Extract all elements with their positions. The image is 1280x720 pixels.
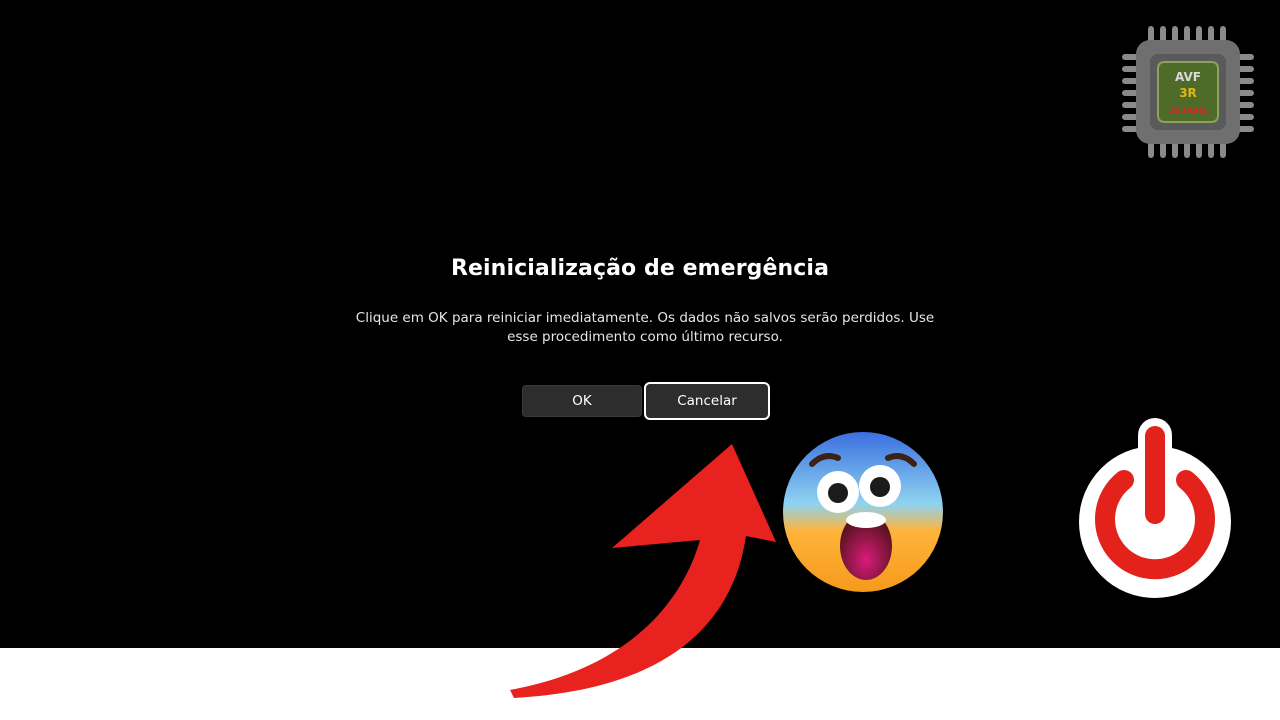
power-icon [1079,418,1231,598]
ok-button-label: OK [572,393,592,409]
dialog-title: Reinicialização de emergência [450,256,830,281]
cpu-chip-icon: AVF 3R 10.0GHz [1122,26,1254,158]
cancel-button-label: Cancelar [677,393,737,409]
dialog-message: Clique em OK para reiniciar imediatament… [355,310,935,345]
chip-logo-text-top: AVF [1175,70,1201,84]
cancel-button-body: Cancelar [648,386,766,416]
red-curved-arrow-icon [510,444,776,698]
shocked-face-emoji-icon [783,432,943,592]
cancel-button[interactable]: Cancelar [644,382,770,420]
chip-logo-text-bottom: 10.0GHz [1169,106,1207,115]
ok-button[interactable]: OK [522,385,642,417]
chip-logo-text-mid: 3R [1179,86,1197,100]
